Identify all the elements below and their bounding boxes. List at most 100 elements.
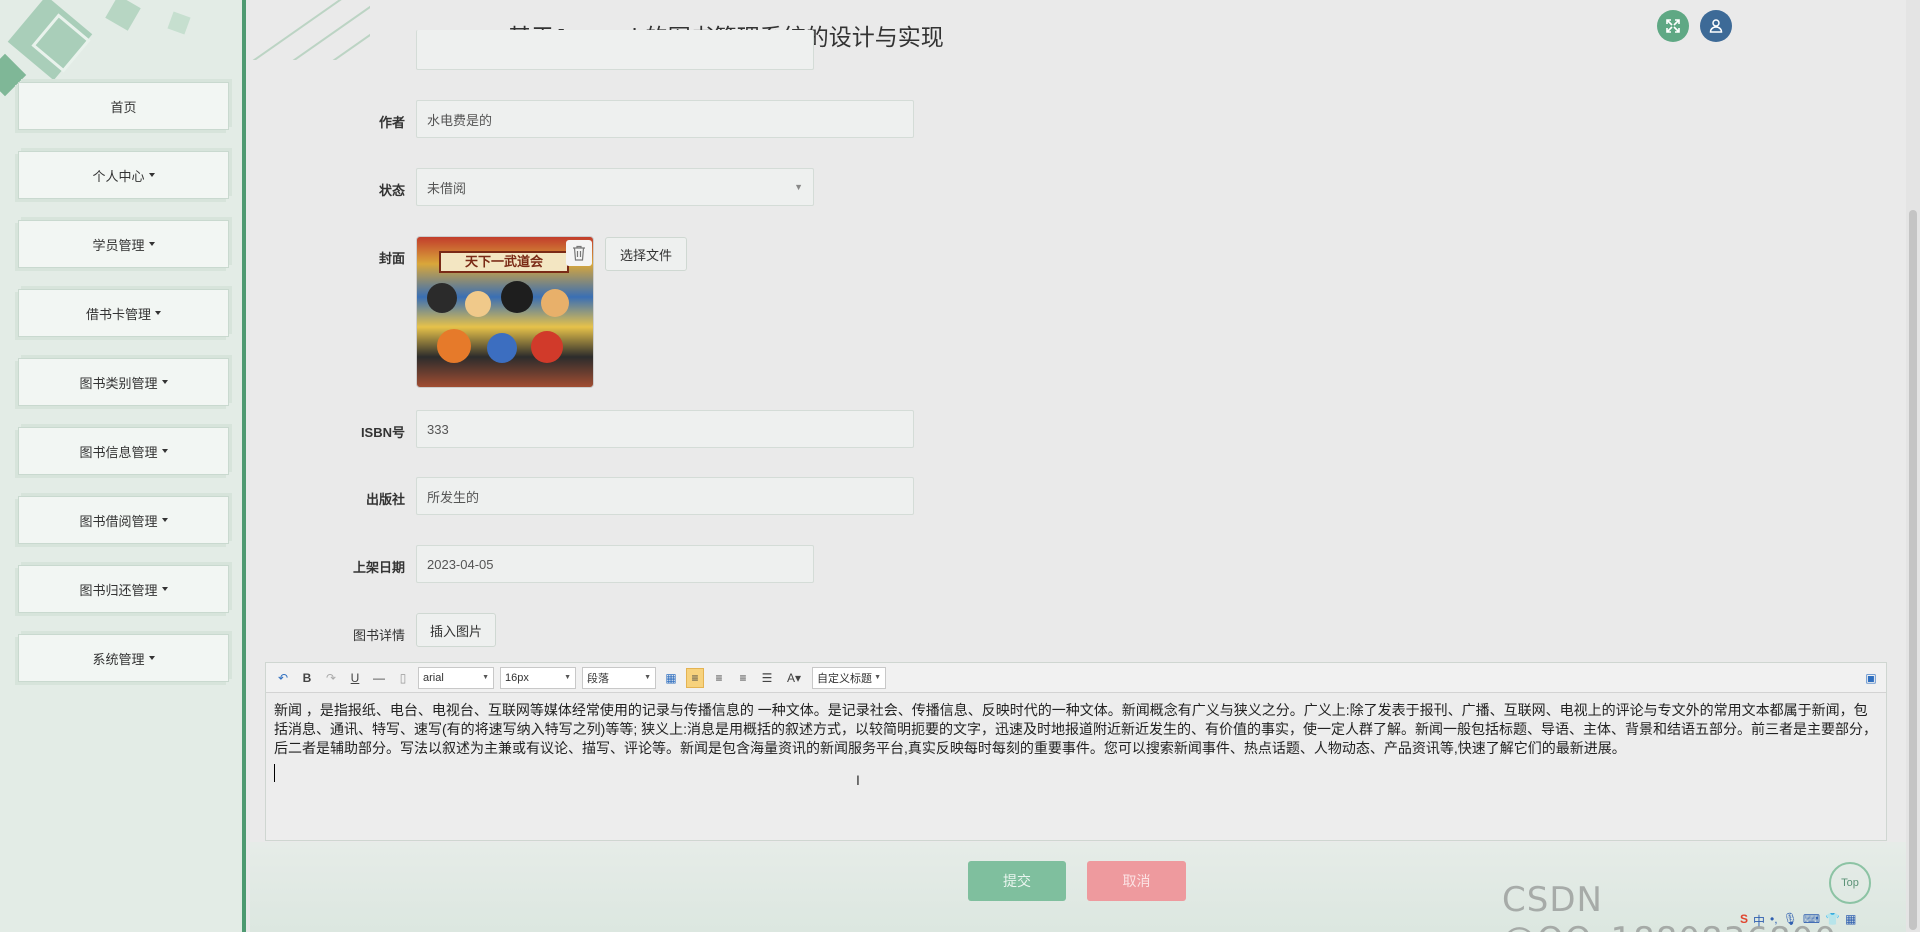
watermark: CSDN @QQ_1880836800 xyxy=(1502,880,1836,932)
grid-icon: ▦ xyxy=(1845,912,1857,926)
author-label: 作者 xyxy=(378,115,405,130)
status-select[interactable]: 未借阅 ▼ xyxy=(416,168,814,206)
sidebar-item-personal-center[interactable]: 个人中心 xyxy=(18,151,229,199)
redo-button[interactable]: ↷ xyxy=(322,668,340,688)
select-arrow-icon: ▼ xyxy=(794,182,803,192)
underline-button[interactable]: U xyxy=(346,668,364,688)
caret-down-icon xyxy=(161,449,168,453)
user-avatar-button[interactable] xyxy=(1700,10,1732,42)
custom-title-select[interactable]: 自定义标题 ▼ xyxy=(812,666,886,689)
sidebar-item-label: 首页 xyxy=(110,99,137,115)
choose-file-button[interactable]: 选择文件 xyxy=(605,237,687,271)
source-view-button[interactable]: ▣ xyxy=(1862,668,1880,688)
sidebar-item-label: 图书归还管理 xyxy=(79,582,158,598)
caret-down-icon xyxy=(161,587,168,591)
isbn-label: ISBN号 xyxy=(360,425,405,440)
ime-punct-icon: •, xyxy=(1770,912,1778,926)
chevron-down-icon: ▼ xyxy=(482,674,489,681)
font-family-value: arial xyxy=(423,671,444,684)
sidebar-item-label: 图书借阅管理 xyxy=(79,513,158,529)
align-right-icon: ≡ xyxy=(715,670,723,685)
align-center-icon: ≡ xyxy=(739,670,747,685)
underline-icon: U xyxy=(350,670,360,685)
cover-label: 封面 xyxy=(378,251,405,266)
table-icon: ▦ xyxy=(665,670,677,685)
sidebar-item-label: 系统管理 xyxy=(92,651,145,667)
rich-text-editor[interactable]: ↶ B ↷ U — ▯ arial ▼ 16px ▼ 段落 ▼ ▦ ≡ ≡ ≡ ☰ A… xyxy=(265,662,1887,841)
status-select-value: 未借阅 xyxy=(427,180,467,196)
fullscreen-button[interactable] xyxy=(1657,10,1689,42)
vertical-scrollbar[interactable] xyxy=(1906,0,1920,932)
cover-image-banner: 天下一武道会 xyxy=(439,251,569,273)
font-color-icon: A▾ xyxy=(786,670,802,685)
sidebar-item-label: 学员管理 xyxy=(92,237,145,253)
font-color-button[interactable]: A▾ xyxy=(782,668,806,688)
scrollbar-thumb[interactable] xyxy=(1909,210,1917,930)
ime-lang-icon: 中 xyxy=(1753,914,1766,928)
sidebar-item-book-info-management[interactable]: 图书信息管理 xyxy=(18,427,229,475)
shelf-date-input[interactable]: 2023-04-05 xyxy=(416,545,814,583)
monitor-icon: ▣ xyxy=(1865,670,1877,685)
text-cursor xyxy=(274,764,275,782)
caret-down-icon xyxy=(148,242,155,246)
sidebar-item-book-category-management[interactable]: 图书类别管理 xyxy=(18,358,229,406)
page-button[interactable]: ▯ xyxy=(394,668,412,688)
align-left-icon: ≡ xyxy=(691,670,699,685)
isbn-input[interactable]: 333 xyxy=(416,410,914,448)
shirt-icon: 👕 xyxy=(1825,912,1841,926)
editor-content[interactable]: 新闻 ，是指报纸、电台、电视台、互联网等媒体经常使用的记录与传播信息的 一种文体… xyxy=(266,693,1886,790)
ime-logo-icon: S xyxy=(1740,912,1749,926)
bold-button[interactable]: B xyxy=(298,668,316,688)
fullscreen-icon xyxy=(1666,19,1680,33)
caret-down-icon xyxy=(148,173,155,177)
chevron-down-icon: ▼ xyxy=(644,674,651,681)
paragraph-value: 段落 xyxy=(587,672,609,685)
horizontal-rule-button[interactable]: — xyxy=(370,668,388,688)
chevron-down-icon: ▼ xyxy=(874,674,881,681)
sidebar-item-home[interactable]: 首页 xyxy=(18,82,229,130)
caret-down-icon xyxy=(161,518,168,522)
undo-icon: ↶ xyxy=(277,670,289,685)
align-center-button[interactable]: ≡ xyxy=(734,668,752,688)
chevron-down-icon: ▼ xyxy=(564,674,571,681)
submit-button[interactable]: 提交 xyxy=(968,861,1066,901)
font-size-select[interactable]: 16px ▼ xyxy=(500,666,576,689)
cancel-button[interactable]: 取消 xyxy=(1087,861,1186,901)
book-category-field[interactable] xyxy=(416,30,814,70)
sidebar-item-label: 借书卡管理 xyxy=(85,306,151,322)
custom-title-value: 自定义标题 xyxy=(817,672,872,685)
status-label: 状态 xyxy=(378,183,405,198)
caret-down-icon xyxy=(161,380,168,384)
align-right-button[interactable]: ≡ xyxy=(710,668,728,688)
redo-icon: ↷ xyxy=(325,670,337,685)
caret-down-icon xyxy=(155,311,161,315)
sidebar-decoration xyxy=(105,0,141,31)
microphone-icon: 🎙 xyxy=(1782,912,1798,926)
insert-image-button[interactable]: 插入图片 xyxy=(416,613,496,647)
horizontal-rule-icon: — xyxy=(373,670,385,685)
editor-text: 新闻 ，是指报纸、电台、电视台、互联网等媒体经常使用的记录与传播信息的 一种文体… xyxy=(274,702,1877,756)
author-input[interactable]: 水电费是的 xyxy=(416,100,914,138)
publisher-label: 出版社 xyxy=(365,492,405,507)
undo-button[interactable]: ↶ xyxy=(274,668,292,688)
header-decoration xyxy=(250,0,370,60)
sidebar-item-library-card-management[interactable]: 借书卡管理 xyxy=(18,289,229,337)
align-left-button[interactable]: ≡ xyxy=(686,667,704,688)
sidebar-item-student-management[interactable]: 学员管理 xyxy=(18,220,229,268)
paragraph-select[interactable]: 段落 ▼ xyxy=(582,666,656,689)
table-button[interactable]: ▦ xyxy=(662,668,680,688)
delete-image-button[interactable] xyxy=(566,240,592,266)
sidebar-item-label: 个人中心 xyxy=(92,168,145,184)
font-family-select[interactable]: arial ▼ xyxy=(418,666,494,689)
details-label: 图书详情 xyxy=(352,628,405,643)
sidebar-item-system-management[interactable]: 系统管理 xyxy=(18,634,229,682)
sidebar-item-label: 图书信息管理 xyxy=(79,444,158,460)
align-justify-icon: ☰ xyxy=(761,670,773,685)
font-size-value: 16px xyxy=(505,671,529,684)
sidebar-item-borrow-management[interactable]: 图书借阅管理 xyxy=(18,496,229,544)
publisher-input[interactable]: 所发生的 xyxy=(416,477,914,515)
sidebar: 首页 个人中心 学员管理 借书卡管理 图书类别管理 图书信息管理 图书借阅管理 … xyxy=(0,0,246,932)
sidebar-item-return-management[interactable]: 图书归还管理 xyxy=(18,565,229,613)
align-justify-button[interactable]: ☰ xyxy=(758,668,776,688)
bold-icon: B xyxy=(302,670,312,685)
